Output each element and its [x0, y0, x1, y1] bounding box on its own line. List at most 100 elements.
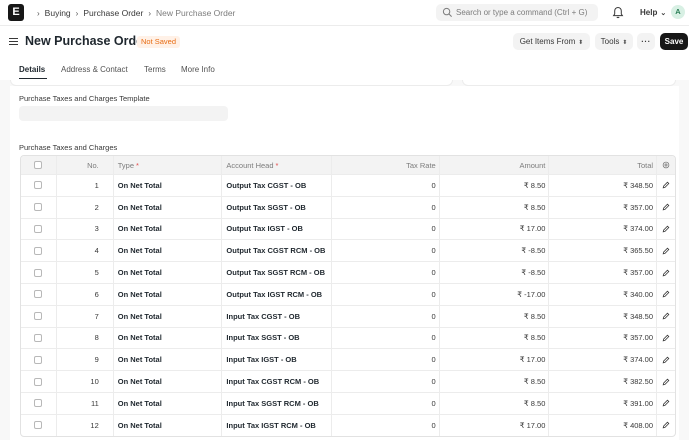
edit-icon[interactable] — [662, 356, 670, 364]
row-account-head[interactable]: Input Tax CGST - OB — [222, 305, 333, 327]
row-tax-rate[interactable]: 0 — [332, 218, 440, 240]
row-checkbox[interactable] — [34, 312, 43, 321]
edit-icon[interactable] — [662, 247, 670, 255]
row-tax-rate[interactable]: 0 — [332, 175, 440, 196]
edit-icon[interactable] — [662, 203, 670, 211]
table-row[interactable]: 5 On Net Total Output Tax SGST RCM - OB … — [21, 261, 675, 283]
edit-icon[interactable] — [662, 181, 670, 189]
table-row[interactable]: 4 On Net Total Output Tax CGST RCM - OB … — [21, 239, 675, 262]
row-amount[interactable]: ₹ 8.50 — [440, 371, 550, 392]
row-account-head[interactable]: Output Tax IGST - OB — [222, 218, 333, 240]
row-type[interactable]: On Net Total — [114, 349, 223, 371]
table-row[interactable]: 12 On Net Total Input Tax IGST RCM - OB … — [21, 413, 675, 436]
row-amount[interactable]: ₹ 8.50 — [440, 327, 550, 349]
row-checkbox[interactable] — [34, 203, 43, 212]
edit-icon[interactable] — [662, 399, 670, 407]
table-row[interactable]: 10 On Net Total Input Tax CGST RCM - OB … — [21, 370, 675, 392]
row-type[interactable]: On Net Total — [114, 240, 223, 262]
select-all-checkbox[interactable] — [34, 161, 43, 169]
get-items-from-button[interactable]: Get Items From ⬍ — [513, 33, 590, 50]
row-checkbox[interactable] — [34, 246, 43, 255]
more-actions-button[interactable]: ··· — [637, 33, 655, 50]
table-row[interactable]: 1 On Net Total Output Tax CGST - OB 0 ₹ … — [21, 174, 675, 196]
taxes-template-input[interactable] — [19, 106, 228, 121]
row-type[interactable]: On Net Total — [114, 175, 223, 196]
row-amount[interactable]: ₹ 17.00 — [440, 349, 550, 371]
edit-icon[interactable] — [662, 290, 670, 298]
row-amount[interactable]: ₹ -8.50 — [440, 240, 550, 262]
row-amount[interactable]: ₹ -8.50 — [440, 262, 550, 283]
breadcrumb-buying[interactable]: Buying — [45, 8, 71, 18]
row-tax-rate[interactable]: 0 — [332, 262, 440, 283]
row-amount[interactable]: ₹ 17.00 — [440, 414, 550, 436]
edit-icon[interactable] — [662, 421, 670, 429]
row-tax-rate[interactable]: 0 — [332, 327, 440, 349]
tab-terms[interactable]: Terms — [144, 65, 166, 74]
row-checkbox[interactable] — [34, 268, 43, 277]
search-input[interactable]: Search or type a command (Ctrl + G) — [436, 4, 598, 21]
row-amount[interactable]: ₹ 17.00 — [440, 218, 550, 240]
row-tax-rate[interactable]: 0 — [332, 349, 440, 371]
row-type[interactable]: On Net Total — [114, 218, 223, 240]
bell-icon[interactable] — [612, 6, 624, 19]
breadcrumb-purchase-order[interactable]: Purchase Order — [83, 8, 143, 18]
row-type[interactable]: On Net Total — [114, 262, 223, 283]
table-row[interactable]: 6 On Net Total Output Tax IGST RCM - OB … — [21, 282, 675, 305]
row-account-head[interactable]: Output Tax SGST - OB — [222, 196, 333, 218]
tab-details[interactable]: Details — [19, 65, 45, 74]
breadcrumb-new-purchase-order[interactable]: New Purchase Order — [156, 8, 235, 18]
row-account-head[interactable]: Output Tax CGST - OB — [222, 175, 333, 196]
edit-icon[interactable] — [662, 269, 670, 277]
tab-address-contact[interactable]: Address & Contact — [61, 65, 128, 74]
row-type[interactable]: On Net Total — [114, 371, 223, 392]
row-tax-rate[interactable]: 0 — [332, 392, 440, 414]
save-button[interactable]: Save — [660, 33, 688, 50]
table-row[interactable]: 3 On Net Total Output Tax IGST - OB 0 ₹ … — [21, 217, 675, 240]
row-type[interactable]: On Net Total — [114, 392, 223, 414]
edit-icon[interactable] — [662, 225, 670, 233]
row-checkbox[interactable] — [34, 181, 43, 190]
row-checkbox[interactable] — [34, 377, 43, 386]
row-amount[interactable]: ₹ -17.00 — [440, 283, 550, 305]
row-checkbox[interactable] — [34, 290, 43, 299]
avatar[interactable]: A — [671, 5, 685, 19]
row-account-head[interactable]: Output Tax SGST RCM - OB — [222, 262, 333, 283]
edit-icon[interactable] — [662, 378, 670, 386]
row-amount[interactable]: ₹ 8.50 — [440, 196, 550, 218]
tools-button[interactable]: Tools ⬍ — [595, 33, 633, 50]
row-amount[interactable]: ₹ 8.50 — [440, 392, 550, 414]
row-checkbox[interactable] — [34, 224, 43, 233]
table-row[interactable]: 9 On Net Total Input Tax IGST - OB 0 ₹ 1… — [21, 348, 675, 371]
table-row[interactable]: 11 On Net Total Input Tax SGST RCM - OB … — [21, 391, 675, 414]
app-logo[interactable]: E — [8, 4, 24, 21]
help-menu[interactable]: Help ⌄ — [640, 8, 666, 17]
row-account-head[interactable]: Output Tax CGST RCM - OB — [222, 240, 333, 262]
row-type[interactable]: On Net Total — [114, 327, 223, 349]
row-checkbox[interactable] — [34, 399, 43, 408]
row-account-head[interactable]: Output Tax IGST RCM - OB — [222, 283, 333, 305]
row-amount[interactable]: ₹ 8.50 — [440, 175, 550, 196]
row-checkbox[interactable] — [34, 421, 43, 430]
row-tax-rate[interactable]: 0 — [332, 283, 440, 305]
row-amount[interactable]: ₹ 8.50 — [440, 305, 550, 327]
row-type[interactable]: On Net Total — [114, 305, 223, 327]
sidebar-toggle-icon[interactable] — [9, 38, 18, 45]
row-type[interactable]: On Net Total — [114, 414, 223, 436]
table-row[interactable]: 8 On Net Total Input Tax SGST - OB 0 ₹ 8… — [21, 326, 675, 349]
table-row[interactable]: 2 On Net Total Output Tax SGST - OB 0 ₹ … — [21, 195, 675, 218]
gear-icon[interactable] — [662, 161, 670, 169]
tab-more-info[interactable]: More Info — [181, 65, 215, 74]
row-account-head[interactable]: Input Tax IGST - OB — [222, 349, 333, 371]
row-checkbox[interactable] — [34, 355, 43, 364]
edit-icon[interactable] — [662, 334, 670, 342]
row-tax-rate[interactable]: 0 — [332, 240, 440, 262]
row-account-head[interactable]: Input Tax SGST - OB — [222, 327, 333, 349]
row-account-head[interactable]: Input Tax IGST RCM - OB — [222, 414, 333, 436]
row-account-head[interactable]: Input Tax SGST RCM - OB — [222, 392, 333, 414]
table-row[interactable]: 7 On Net Total Input Tax CGST - OB 0 ₹ 8… — [21, 304, 675, 327]
row-tax-rate[interactable]: 0 — [332, 414, 440, 436]
edit-icon[interactable] — [662, 312, 670, 320]
row-type[interactable]: On Net Total — [114, 196, 223, 218]
row-tax-rate[interactable]: 0 — [332, 196, 440, 218]
row-tax-rate[interactable]: 0 — [332, 305, 440, 327]
